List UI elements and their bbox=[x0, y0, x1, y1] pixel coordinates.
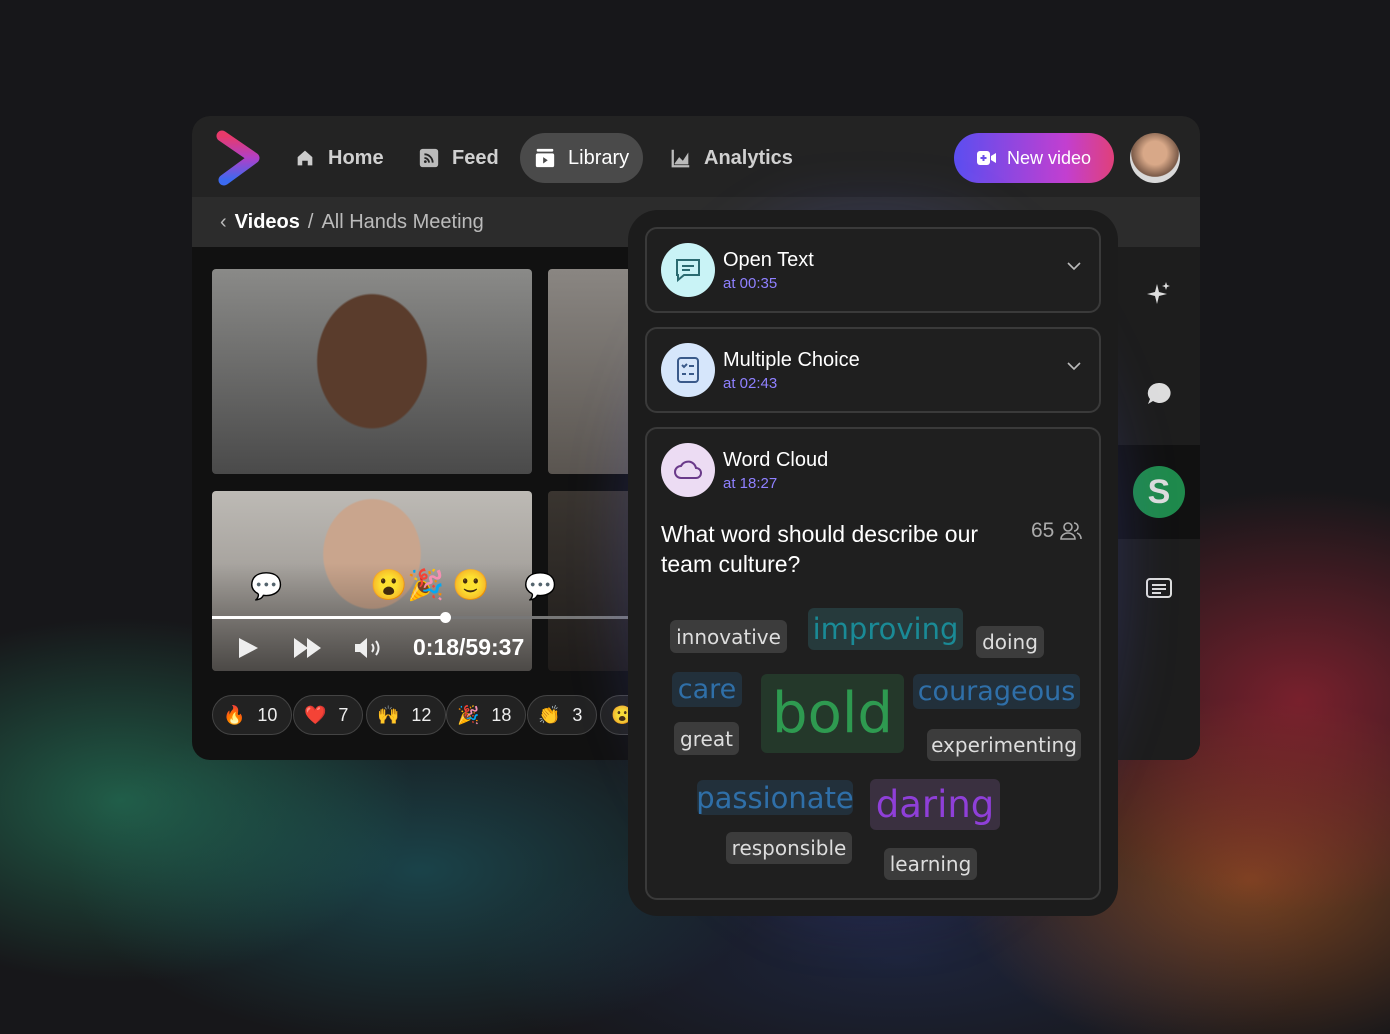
back-chevron-icon[interactable]: ‹ bbox=[220, 211, 227, 234]
fast-forward-icon[interactable] bbox=[294, 638, 322, 658]
interaction-time: at 00:35 bbox=[723, 275, 778, 292]
reaction-chip[interactable]: 🎉 18 bbox=[446, 695, 527, 735]
breadcrumb-separator: / bbox=[307, 210, 314, 233]
nav-label: Feed bbox=[452, 146, 499, 169]
reaction-chip[interactable]: 🙌 12 bbox=[366, 695, 447, 735]
volume-icon[interactable] bbox=[354, 636, 384, 660]
interaction-title: Word Cloud bbox=[723, 449, 829, 471]
word-cloud-word: courageous bbox=[913, 674, 1080, 709]
users-icon bbox=[1060, 522, 1083, 540]
emoji-smile[interactable]: 🙂 bbox=[452, 568, 489, 603]
breadcrumb-parent-link[interactable]: Videos bbox=[235, 211, 300, 234]
reaction-emoji: ❤️ bbox=[304, 704, 327, 725]
user-avatar[interactable] bbox=[1130, 133, 1180, 183]
word-cloud-word: experimenting bbox=[927, 729, 1081, 761]
reaction-count: 3 bbox=[572, 704, 583, 725]
word-cloud-word: innovative bbox=[670, 620, 787, 653]
word-cloud-word: doing bbox=[976, 626, 1044, 658]
response-count-value: 65 bbox=[1031, 519, 1055, 542]
comment-marker-icon[interactable]: 💬 bbox=[250, 571, 282, 602]
reaction-chip[interactable]: 🔥 10 bbox=[212, 695, 293, 735]
word-cloud-word: care bbox=[672, 672, 742, 707]
nav-label: Analytics bbox=[704, 146, 793, 169]
interaction-card-open-text[interactable]: Open Text at 00:35 bbox=[645, 227, 1101, 313]
nav-analytics[interactable]: Analytics bbox=[656, 133, 807, 183]
word-cloud-word: bold bbox=[761, 674, 904, 753]
word-cloud-word: responsible bbox=[726, 832, 852, 864]
nav-feed[interactable]: Feed bbox=[404, 133, 513, 183]
word-cloud-word: passionate bbox=[696, 780, 854, 815]
reaction-emoji: 👏 bbox=[538, 704, 561, 725]
nav-home[interactable]: Home bbox=[280, 133, 398, 183]
word-cloud-word: great bbox=[674, 722, 739, 755]
play-icon[interactable] bbox=[236, 636, 260, 660]
progress-fill bbox=[212, 616, 446, 619]
reaction-count: 10 bbox=[257, 704, 278, 725]
nav-label: Library bbox=[568, 146, 630, 169]
nav-label: Home bbox=[328, 146, 384, 169]
new-video-button[interactable]: New video bbox=[954, 133, 1114, 183]
interactions-panel: Open Text at 00:35 Multiple Choice at 02… bbox=[628, 210, 1118, 916]
chevron-down-icon[interactable] bbox=[1067, 361, 1081, 371]
interaction-title: Multiple Choice bbox=[723, 349, 860, 371]
word-cloud-question: What word should describe our team cultu… bbox=[661, 521, 979, 577]
logo-icon bbox=[216, 130, 260, 186]
breadcrumb-current: All Hands Meeting bbox=[321, 210, 484, 233]
interaction-time: at 02:43 bbox=[723, 375, 778, 392]
emoji-party: 🎉 bbox=[407, 569, 445, 602]
comment-marker-icon[interactable]: 💬 bbox=[524, 571, 556, 602]
interaction-title: Open Text bbox=[723, 249, 814, 271]
reaction-emoji: 🙌 bbox=[377, 704, 400, 725]
rss-icon bbox=[419, 148, 439, 168]
reaction-count: 18 bbox=[491, 704, 512, 725]
chevron-down-icon[interactable] bbox=[1067, 261, 1081, 271]
reaction-count: 7 bbox=[338, 704, 349, 725]
reaction-count: 12 bbox=[411, 704, 432, 725]
new-video-label: New video bbox=[1006, 147, 1092, 168]
interaction-card-multiple-choice[interactable]: Multiple Choice at 02:43 bbox=[645, 327, 1101, 413]
word-cloud-word: improving bbox=[808, 608, 963, 650]
message-icon bbox=[661, 243, 715, 297]
response-count: 65 bbox=[1031, 519, 1083, 543]
interaction-time: at 18:27 bbox=[723, 475, 778, 492]
reaction-emoji: 🔥 bbox=[223, 704, 246, 725]
library-icon bbox=[535, 148, 555, 168]
cloud-icon bbox=[661, 443, 715, 497]
home-icon bbox=[297, 150, 313, 166]
word-cloud-word: learning bbox=[884, 848, 977, 880]
reaction-marker[interactable]: 😮🎉 bbox=[370, 568, 445, 603]
video-camera-icon bbox=[976, 151, 996, 165]
playback-time: 0:18/59:37 bbox=[413, 634, 525, 660]
emoji-surprised: 😮 bbox=[370, 569, 408, 602]
word-cloud-word: daring bbox=[870, 779, 1000, 830]
video-tile-participant-1[interactable] bbox=[212, 269, 532, 474]
reaction-emoji: 🎉 bbox=[457, 704, 480, 725]
nav-library[interactable]: Library bbox=[520, 133, 644, 183]
reaction-chip[interactable]: ❤️ 7 bbox=[293, 695, 364, 735]
reaction-chip[interactable]: 👏 3 bbox=[527, 695, 598, 735]
checklist-icon bbox=[661, 343, 715, 397]
chart-icon bbox=[671, 149, 690, 168]
